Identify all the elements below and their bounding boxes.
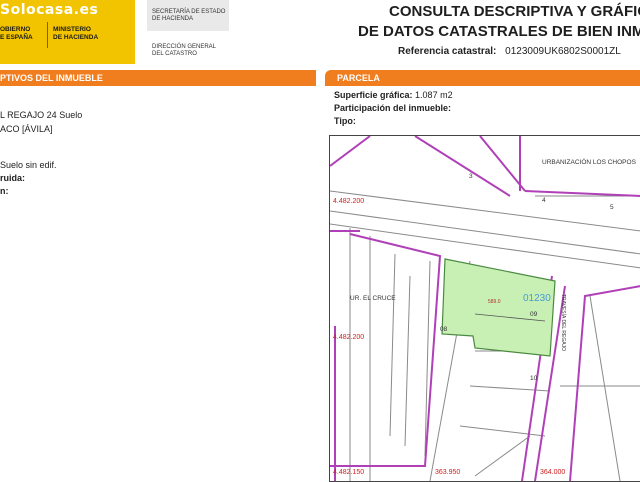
tipo-label: Tipo: [334, 116, 356, 126]
parcel-area-label: 589.0 [488, 299, 501, 305]
use-line: Suelo sin edif. [0, 160, 57, 170]
coord-mid: 4.482.200 [333, 334, 364, 341]
parcel-09: 09 [530, 311, 538, 318]
built-area-line: ruida: [0, 173, 26, 183]
direccion-general-text: DIRECCIÓN GENERAL DEL CATASTRO [152, 44, 217, 57]
locality-line: ACO [ÁVILA] [0, 124, 53, 134]
number-3: 3 [469, 173, 473, 180]
coord-x2: 364.000 [540, 469, 565, 476]
coord-x1: 363.950 [435, 469, 460, 476]
reference-label: Referencia catastral: [398, 46, 497, 57]
parcel-id-label: 01230 [523, 293, 551, 304]
address-line: L REGAJO 24 Suelo [0, 110, 83, 120]
reference-value: 0123009UK6802S0001ZL [505, 46, 621, 57]
reference-line: Referencia catastral: 0123009UK6802S0001… [398, 46, 621, 57]
ur-cruce-label: UR. EL CRUCE [350, 295, 396, 302]
section-header-parcela: PARCELA [325, 70, 640, 86]
parcel-08: 08 [440, 326, 448, 333]
secretaria-box: SECRETARÍA DE ESTADO DE HACIENDA [147, 0, 229, 31]
selected-parcel [441, 258, 556, 357]
logo-divider [47, 22, 48, 48]
boundary-line [330, 233, 442, 467]
gobierno-text: OBIERNO E ESPAÑA [0, 26, 33, 41]
coord-bottom: 4.482.150 [333, 469, 364, 476]
superficie-value: 1.087 m2 [415, 90, 453, 100]
street-label-vertical: TRAVESÍA DEL REGAJO [560, 294, 567, 351]
street-edge [330, 210, 640, 255]
superficie-label: Superficie gráfica: [334, 90, 413, 100]
ministry-logo: Solocasa.es OBIERNO E ESPAÑA MINISTERIO … [0, 0, 135, 64]
number-4: 4 [542, 197, 546, 204]
page-title-line2: DE DATOS CATASTRALES DE BIEN INMU [358, 23, 640, 40]
ministerio-text: MINISTERIO DE HACIENDA [53, 26, 99, 41]
map-drawing: 4.482.200 4.482.200 4.482.150 363.950 36… [330, 136, 640, 481]
watermark: Solocasa.es [0, 2, 99, 18]
year-line: n: [0, 186, 9, 196]
street-edge [330, 190, 640, 232]
superficie-row: Superficie gráfica: 1.087 m2 [334, 90, 453, 100]
number-5: 5 [610, 204, 614, 211]
street-edge [330, 223, 640, 269]
urbanizacion-label: URBANIZACIÓN LOS CHOPOS [542, 157, 637, 166]
section-header-inmueble: PTIVOS DEL INMUEBLE [0, 70, 316, 86]
coord-top: 4.482.200 [333, 198, 364, 205]
boundary-line [414, 136, 511, 197]
page-title-line1: CONSULTA DESCRIPTIVA Y GRÁFICA [389, 3, 640, 20]
parcel-10: 10 [530, 375, 538, 382]
participacion-label: Participación del inmueble: [334, 103, 452, 113]
cadastral-map: 4.482.200 4.482.200 4.482.150 363.950 36… [329, 135, 640, 482]
